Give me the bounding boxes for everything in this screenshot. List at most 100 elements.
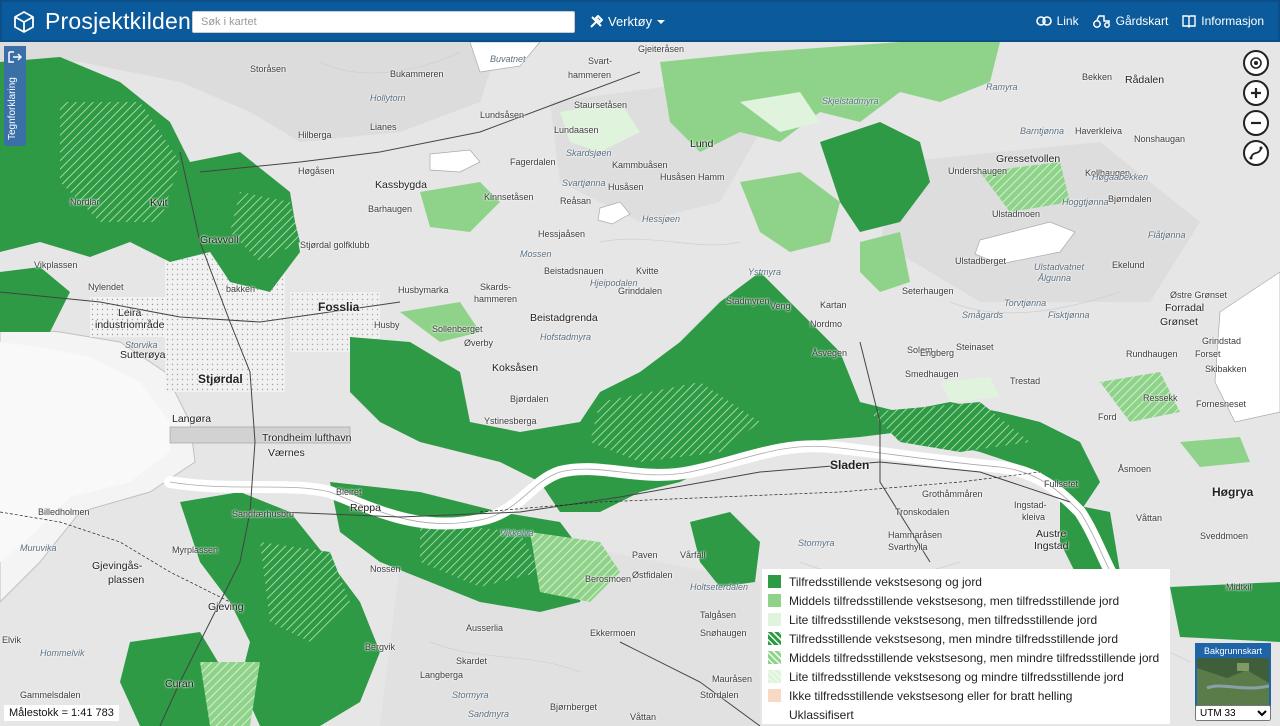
legend-label: Ikke tilfredsstillende vekstsesong eller… (789, 688, 1073, 703)
place-label: Værnes (268, 447, 305, 459)
place-label: Curan (165, 678, 194, 690)
legend-item: Lite tilfredsstillende vekstsesong og mi… (768, 667, 1164, 686)
place-label: Kvitte (636, 266, 659, 276)
place-label: Trestad (1010, 376, 1041, 386)
legend-swatch (768, 613, 781, 626)
place-label: Sollenberget (432, 324, 483, 334)
place-label: Husbymarka (398, 285, 449, 295)
place-label: Ulstadberget (955, 256, 1007, 266)
search-input[interactable] (192, 11, 575, 33)
zoom-in-button[interactable] (1243, 80, 1269, 106)
place-label: Barntjønna (1020, 126, 1065, 136)
place-label: Ulstadmoen (992, 209, 1041, 219)
place-label: Stordalen (700, 690, 739, 700)
place-label: Engberg (920, 348, 955, 358)
info-label: Informasjon (1201, 14, 1264, 28)
zoom-out-button[interactable] (1243, 110, 1269, 136)
farm-map-button[interactable]: Gårdskart (1092, 14, 1168, 28)
legend-swatch (768, 670, 781, 683)
place-label: Bukammeren (390, 69, 444, 79)
cube-logo-icon[interactable] (12, 10, 36, 34)
basemap-thumbnail (1197, 658, 1270, 705)
legend-swatch (768, 708, 781, 721)
place-label: Koksåsen (492, 362, 539, 374)
place-label: Hoggtjønna (1062, 197, 1109, 207)
place-label: Haverkleiva (1075, 126, 1123, 136)
tools-label: Verktøy (608, 14, 653, 29)
place-label: Muruvika (20, 543, 57, 553)
place-label: Grothåmmåren (922, 489, 983, 499)
place-label: Grønset (1160, 316, 1198, 328)
measure-button[interactable] (1243, 140, 1269, 166)
place-label: kleiva (1022, 512, 1046, 522)
legend-label: Lite tilfredsstillende vekstsesong, men … (789, 612, 1098, 627)
place-label: Ystmyra (748, 267, 782, 277)
place-label: Stormyra (798, 538, 835, 548)
place-label: Fagerdalen (510, 157, 556, 167)
place-label: Skardsjøen (566, 148, 612, 158)
place-label: Stjørdal golfklubb (300, 240, 370, 250)
place-label: Skjelstadmyra (822, 96, 879, 106)
legend-swatch (768, 689, 781, 702)
link-icon (1035, 16, 1052, 26)
place-label: Nonshaugan (1134, 134, 1186, 144)
place-label: Åsvegen (812, 348, 848, 358)
place-label: industriområde (95, 319, 165, 331)
place-label: Ystinesberga (484, 416, 537, 426)
place-label: Mossen (520, 249, 552, 259)
legend-item: Middels tilfredsstillende vekstsesong, m… (768, 648, 1164, 667)
place-label: Langøra (172, 413, 212, 425)
place-label: Bergvik (365, 642, 396, 652)
legend-swatch (768, 632, 781, 645)
place-label: Ulstadvatnet (1034, 262, 1085, 272)
place-label: Hammaråsen (888, 530, 943, 540)
place-label: Seterhaugen (902, 286, 954, 296)
place-label: Ålgunna (1038, 273, 1072, 283)
tools-menu-button[interactable]: Verktøy (589, 14, 666, 29)
place-label: Forset (1195, 349, 1221, 359)
place-label: Holtseterdalen (690, 582, 749, 592)
place-label: Høgrya (1212, 485, 1254, 499)
info-button[interactable]: Informasjon (1182, 14, 1264, 28)
place-label: Ekelund (1112, 260, 1145, 270)
legend-label: Tilfredsstillende vekstsesong, men mindr… (789, 631, 1119, 646)
place-label: Sveddmoen (1200, 531, 1249, 541)
place-label: Austre (1036, 528, 1067, 540)
place-label: Sutterøya (120, 349, 166, 361)
place-label: Bleiret (336, 487, 362, 497)
place-label: Bjørdalen (510, 394, 549, 404)
place-label: Rundhaugen (1126, 349, 1178, 359)
place-label: Sandfærhusbru (232, 509, 295, 519)
link-button[interactable]: Link (1035, 14, 1079, 28)
place-label: Nordmo (810, 319, 843, 329)
place-label: Husby (374, 320, 400, 330)
place-label: bakken (226, 284, 256, 294)
place-label: Hommelvik (40, 648, 85, 658)
place-label: Ausserlia (466, 623, 504, 633)
place-label: Gjevingås- (92, 560, 143, 572)
place-label: Sandmyra (468, 709, 510, 719)
tools-icon (590, 14, 603, 28)
place-label: Veng (770, 301, 791, 311)
brand-title[interactable]: Prosjektkilden (45, 8, 191, 35)
place-label: Kammbuåsen (612, 160, 668, 170)
basemap-switcher[interactable]: Bakgrunnskart (1195, 643, 1271, 707)
basemap-title: Bakgrunnskart (1197, 645, 1269, 658)
legend-side-tab[interactable]: Tegnforklaring (4, 46, 26, 146)
place-label: Høgaabekken (1092, 172, 1149, 182)
exit-icon[interactable] (8, 50, 22, 64)
place-label: Barhaugen (368, 204, 413, 214)
place-label: Kinnsetåsen (484, 192, 534, 202)
legend-swatch (768, 651, 781, 664)
place-label: Staursetåsen (574, 100, 628, 110)
crs-select[interactable]: UTM 33 (1195, 705, 1271, 721)
scale-indicator: Målestokk = 1:41 783 (4, 705, 119, 721)
locate-button[interactable] (1243, 50, 1269, 76)
place-label: Bekken (1082, 72, 1113, 82)
place-label: Hessjaåsen (538, 229, 586, 239)
plus-icon (1251, 88, 1261, 98)
place-label: Torvtjønna (1004, 298, 1047, 308)
place-label: hammeren (474, 294, 518, 304)
place-label: Tronskodalen (895, 507, 950, 517)
top-bar: Prosjektkilden Verktøy Link Gårdskart In… (0, 0, 1280, 42)
